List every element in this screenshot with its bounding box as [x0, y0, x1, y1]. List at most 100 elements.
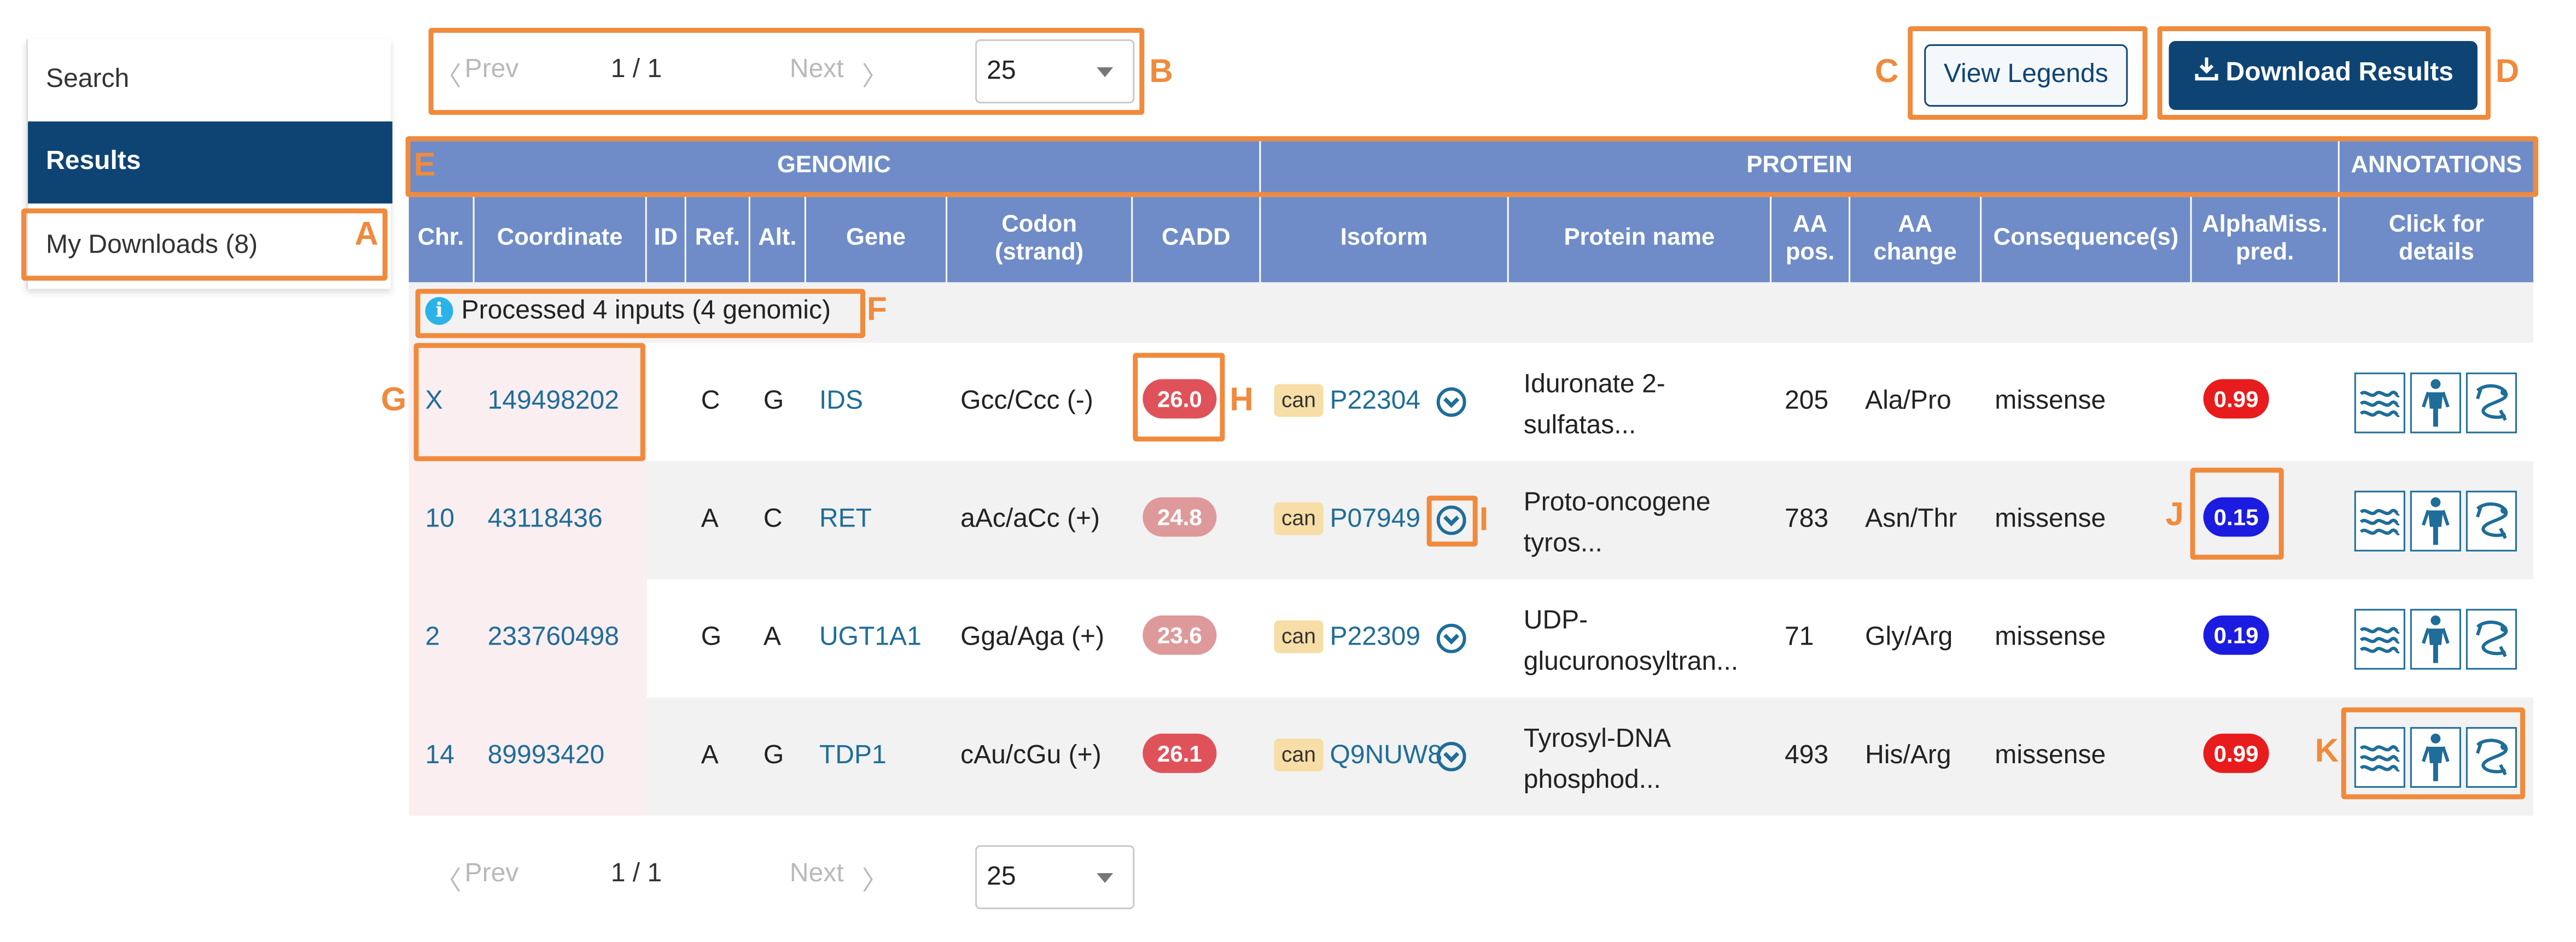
- protein-structure-button[interactable]: [2354, 490, 2405, 551]
- ref-cell: A: [701, 741, 719, 770]
- chr-cell[interactable]: 10: [425, 461, 454, 580]
- aa-change-cell: Gly/Arg: [1865, 623, 1953, 652]
- aa-change-cell: Ala/Pro: [1865, 387, 1951, 416]
- human-body-button[interactable]: [2410, 371, 2461, 433]
- ref-cell: A: [701, 505, 719, 534]
- chevron-right-icon: 〉: [861, 868, 889, 897]
- annotation-label-k: K: [2315, 733, 2339, 770]
- annotation-box-e: [405, 136, 2538, 197]
- gene-link[interactable]: UGT1A1: [819, 580, 922, 698]
- alphafold-icon: [2476, 501, 2508, 539]
- annotation-box-a: [21, 208, 388, 281]
- annotation-box-b: [428, 28, 1145, 115]
- col-codon-line1: Codon: [1001, 211, 1077, 238]
- annotation-label-j: J: [2165, 497, 2184, 534]
- next-button-bottom[interactable]: Next: [790, 860, 844, 890]
- gene-link[interactable]: IDS: [819, 343, 863, 461]
- chevron-down-circle-icon[interactable]: [1436, 387, 1466, 417]
- isoform-link[interactable]: P07949: [1330, 461, 1421, 580]
- annotation-label-h: H: [1229, 382, 1254, 419]
- coordinate-link[interactable]: 43118436: [488, 461, 603, 580]
- human-body-button[interactable]: [2410, 490, 2461, 551]
- col-details-line1: Click for: [2388, 211, 2484, 238]
- sidebar-item-search[interactable]: Search: [28, 39, 392, 121]
- chr-cell[interactable]: 14: [425, 698, 454, 816]
- ref-cell: C: [701, 387, 720, 416]
- protein-structure-button[interactable]: [2354, 608, 2405, 669]
- protein-structure-button[interactable]: [2354, 371, 2405, 433]
- alphafold-button[interactable]: [2466, 371, 2517, 433]
- codon-cell: cAu/cGu (+): [960, 741, 1101, 770]
- chr-cell[interactable]: 2: [425, 580, 440, 698]
- coordinate-link[interactable]: 233760498: [488, 580, 619, 698]
- annotation-box-g: [413, 343, 645, 461]
- isoform-link[interactable]: P22304: [1330, 343, 1421, 461]
- annotation-box-j: [2190, 467, 2284, 560]
- col-chr[interactable]: Chr.: [409, 197, 475, 283]
- col-coordinate[interactable]: Coordinate: [474, 197, 647, 283]
- coordinate-link[interactable]: 89993420: [488, 698, 605, 816]
- protein-name-cell: UDP-glucuronosyltran...: [1524, 601, 1738, 683]
- annotation-box-f: [415, 289, 866, 338]
- col-alphamissense[interactable]: AlphaMiss. pred.: [2192, 197, 2340, 283]
- protein-name-line2: glucuronosyltran...: [1523, 648, 1739, 676]
- col-alphamissense-line1: AlphaMiss.: [2202, 211, 2328, 238]
- page-indicator-bottom: 1 / 1: [610, 859, 662, 888]
- cadd-badge: 24.8: [1143, 497, 1217, 537]
- protein-structure-icon: [2359, 508, 2400, 535]
- col-protein-name[interactable]: Protein name: [1508, 197, 1772, 283]
- consequence-cell: missense: [1995, 387, 2106, 416]
- col-alt[interactable]: Alt.: [750, 197, 806, 283]
- aa-pos-cell: 71: [1785, 623, 1814, 652]
- annotation-box-h: [1133, 353, 1225, 442]
- alphamissense-badge: 0.99: [2203, 379, 2269, 419]
- protein-name-cell: Iduronate 2- sulfatas...: [1524, 364, 1665, 446]
- codon-cell: Gcc/Ccc (-): [960, 387, 1093, 416]
- canonical-badge: can: [1274, 384, 1324, 417]
- consequence-cell: missense: [1995, 741, 2106, 770]
- prev-button-bottom[interactable]: Prev: [465, 860, 519, 890]
- col-isoform[interactable]: Isoform: [1261, 197, 1509, 283]
- per-page-value-bottom: 25: [987, 863, 1016, 892]
- chevron-down-circle-icon[interactable]: [1436, 623, 1466, 653]
- col-id[interactable]: ID: [646, 197, 686, 283]
- col-gene[interactable]: Gene: [806, 197, 948, 283]
- human-body-icon: [2421, 378, 2450, 426]
- alphamissense-badge: 0.19: [2203, 615, 2269, 655]
- col-aa-change[interactable]: AA change: [1850, 197, 1982, 283]
- col-consequence[interactable]: Consequence(s): [1981, 197, 2192, 283]
- isoform-link[interactable]: Q9NUW8: [1330, 698, 1442, 816]
- protein-name-line1: Proto-oncogene: [1523, 489, 1711, 517]
- protein-name-line1: Tyrosyl-DNA: [1523, 725, 1671, 753]
- col-codon-line2: (strand): [995, 239, 1084, 266]
- human-body-icon: [2421, 615, 2450, 663]
- col-ref[interactable]: Ref.: [686, 197, 750, 283]
- protein-name-line1: Iduronate 2-: [1523, 371, 1665, 399]
- annotation-box-c: [1908, 26, 2148, 120]
- gene-link[interactable]: TDP1: [819, 698, 887, 816]
- alphafold-button[interactable]: [2466, 490, 2517, 551]
- annotation-box-k: [2341, 707, 2525, 799]
- per-page-select-bottom[interactable]: 25: [975, 845, 1135, 910]
- chevron-left-icon: 〈: [435, 868, 462, 897]
- col-aa-pos[interactable]: AA pos.: [1771, 197, 1851, 283]
- col-details: Click for details: [2339, 197, 2533, 283]
- aa-pos-cell: 783: [1785, 505, 1829, 534]
- caret-down-icon: [1097, 873, 1114, 884]
- protein-name-cell: Proto-oncogene tyros...: [1524, 483, 1711, 565]
- chevron-down-circle-icon[interactable]: [1436, 741, 1466, 771]
- consequence-cell: missense: [1995, 623, 2106, 652]
- col-codon[interactable]: Codon (strand): [947, 197, 1133, 283]
- consequence-cell: missense: [1995, 505, 2106, 534]
- col-aa-change-line2: change: [1873, 239, 1957, 266]
- codon-cell: Gga/Aga (+): [960, 623, 1105, 652]
- sidebar-item-results[interactable]: Results: [28, 121, 393, 204]
- col-cadd[interactable]: CADD: [1133, 197, 1261, 283]
- gene-link[interactable]: RET: [819, 461, 872, 580]
- alphafold-button[interactable]: [2466, 608, 2517, 669]
- human-body-button[interactable]: [2410, 608, 2461, 669]
- alphafold-icon: [2476, 619, 2508, 657]
- isoform-link[interactable]: P22309: [1330, 580, 1421, 698]
- results-table-body: X 149498202 C G IDS Gcc/Ccc (-) 26.0 can P22304 I…: [409, 343, 2533, 816]
- aa-change-cell: His/Arg: [1865, 741, 1951, 770]
